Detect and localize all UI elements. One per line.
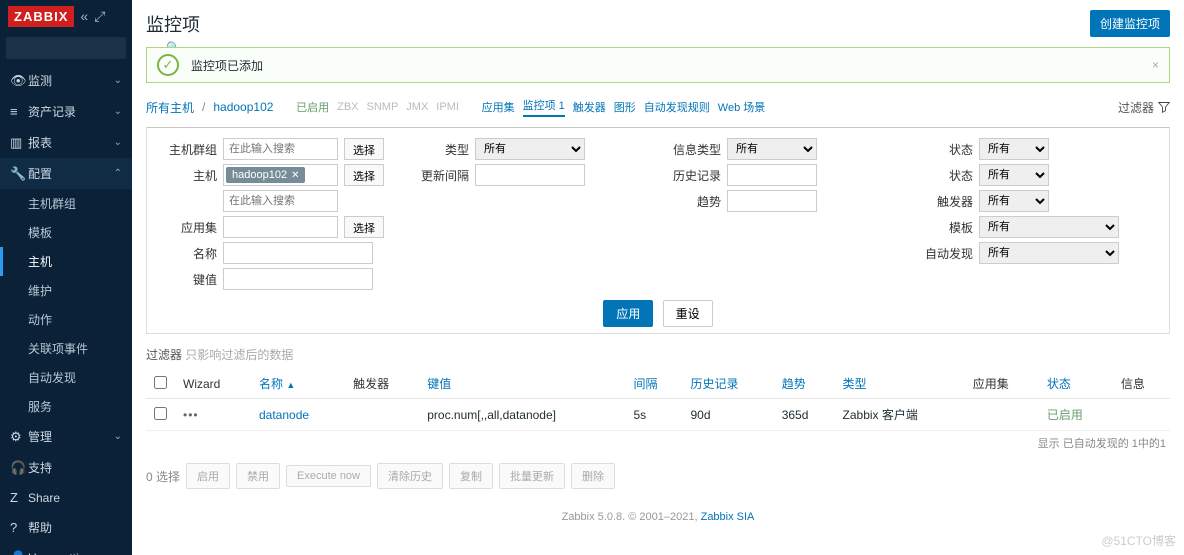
nav-sub-maintenance[interactable]: 维护 bbox=[0, 276, 132, 305]
filter-info[interactable]: 所有 bbox=[727, 138, 817, 160]
nav-user[interactable]: 👤User settings bbox=[0, 543, 132, 555]
status-link[interactable]: 已启用 bbox=[1047, 408, 1083, 422]
message-text: 监控项已添加 bbox=[191, 57, 263, 74]
filter-toggle[interactable]: 过滤器 bbox=[1118, 99, 1170, 116]
collapse-icon[interactable]: « bbox=[80, 8, 88, 25]
popout-icon[interactable]: ⤢ bbox=[94, 8, 105, 25]
reset-button[interactable]: 重设 bbox=[663, 300, 713, 327]
nav-help[interactable]: ?帮助 bbox=[0, 512, 132, 543]
nav-inventory[interactable]: ≡资产记录⌄ bbox=[0, 96, 132, 127]
crumb-host[interactable]: hadoop102 bbox=[213, 100, 273, 114]
filter-type[interactable]: 所有 bbox=[475, 138, 585, 160]
filter-history[interactable] bbox=[727, 164, 817, 186]
tab-triggers[interactable]: 触发器 bbox=[573, 99, 606, 115]
filter-name[interactable] bbox=[223, 242, 373, 264]
tab-graphs[interactable]: 图形 bbox=[614, 99, 636, 115]
filter-key[interactable] bbox=[223, 268, 373, 290]
bulk-actions: 0 选择 启用 禁用 Execute now 清除历史 复制 批量更新 删除 bbox=[132, 455, 1184, 497]
check-icon: ✓ bbox=[157, 54, 179, 76]
bulk-enable[interactable]: 启用 bbox=[186, 463, 230, 489]
tab-apps[interactable]: 应用集 bbox=[482, 99, 515, 115]
filter-state2[interactable]: 所有 bbox=[979, 164, 1049, 186]
tab-items[interactable]: 监控项 1 bbox=[523, 97, 565, 117]
filter-panel: 主机群组选择 主机hadoop102✕选择 应用集选择 名称 键值 类型所有 更… bbox=[146, 127, 1170, 334]
logo: ZABBIX bbox=[8, 6, 74, 27]
filter-state1[interactable]: 所有 bbox=[979, 138, 1049, 160]
wizard-menu[interactable]: ••• bbox=[183, 408, 199, 422]
nav-sub-services[interactable]: 服务 bbox=[0, 392, 132, 421]
filter-triggers[interactable]: 所有 bbox=[979, 190, 1049, 212]
breadcrumb-row: 所有主机 / hadoop102 已启用 ZBX SNMP JMX IPMI 应… bbox=[132, 93, 1184, 125]
sidebar-search[interactable]: 🔍 bbox=[6, 37, 126, 59]
bulk-mass[interactable]: 批量更新 bbox=[499, 463, 565, 489]
filter-template[interactable]: 所有 bbox=[979, 216, 1119, 238]
col-history[interactable]: 历史记录 bbox=[682, 369, 773, 399]
bulk-exec[interactable]: Execute now bbox=[286, 465, 371, 487]
nav-reports[interactable]: ▥报表⌄ bbox=[0, 127, 132, 158]
footer: Zabbix 5.0.8. © 2001–2021, Zabbix SIA bbox=[132, 497, 1184, 537]
select-host[interactable]: 选择 bbox=[344, 164, 384, 186]
filter-host-extra[interactable] bbox=[223, 190, 338, 212]
nav-sub-hosts[interactable]: 主机 bbox=[0, 247, 132, 276]
bulk-copy[interactable]: 复制 bbox=[449, 463, 493, 489]
select-hostgroup[interactable]: 选择 bbox=[344, 138, 384, 160]
host-enabled: 已启用 bbox=[296, 99, 329, 115]
tab-discovery[interactable]: 自动发现规则 bbox=[644, 99, 710, 115]
filter-update[interactable] bbox=[475, 164, 585, 186]
nav-monitor[interactable]: 👁监测⌄ bbox=[0, 65, 132, 96]
col-key[interactable]: 键值 bbox=[419, 369, 625, 399]
nav-sub-correlation[interactable]: 关联项事件 bbox=[0, 334, 132, 363]
host-tag[interactable]: hadoop102✕ bbox=[226, 167, 305, 183]
apply-button[interactable]: 应用 bbox=[603, 300, 653, 327]
item-name-link[interactable]: datanode bbox=[259, 408, 309, 422]
col-trend[interactable]: 趋势 bbox=[774, 369, 835, 399]
tab-web[interactable]: Web 场景 bbox=[718, 99, 765, 115]
filter-hostgroup[interactable] bbox=[223, 138, 338, 160]
nav-sub-hostgroups[interactable]: 主机群组 bbox=[0, 189, 132, 218]
row-checkbox[interactable] bbox=[154, 407, 167, 420]
col-type[interactable]: 类型 bbox=[835, 369, 965, 399]
nav-support[interactable]: 🎧支持 bbox=[0, 452, 132, 483]
filter-discovery[interactable]: 所有 bbox=[979, 242, 1119, 264]
bulk-disable[interactable]: 禁用 bbox=[236, 463, 280, 489]
col-name[interactable]: 名称 ▲ bbox=[251, 369, 345, 399]
watermark: @51CTO博客 bbox=[1101, 532, 1176, 549]
select-apps[interactable]: 选择 bbox=[344, 216, 384, 238]
table-summary: 显示 已自动发现的 1中的1 bbox=[132, 431, 1184, 455]
filter-trend[interactable] bbox=[727, 190, 817, 212]
filter-apps[interactable] bbox=[223, 216, 338, 238]
nav-sub-actions[interactable]: 动作 bbox=[0, 305, 132, 334]
items-table: Wizard 名称 ▲ 触发器 键值 间隔 历史记录 趋势 类型 应用集 状态 … bbox=[146, 369, 1170, 431]
col-status[interactable]: 状态 bbox=[1039, 369, 1113, 399]
nav-sub-templates[interactable]: 模板 bbox=[0, 218, 132, 247]
close-icon[interactable]: × bbox=[1152, 58, 1159, 72]
sidebar: ZABBIX « ⤢ 🔍 👁监测⌄ ≡资产记录⌄ ▥报表⌄ 🔧配置⌃ 主机群组 … bbox=[0, 0, 132, 555]
col-interval[interactable]: 间隔 bbox=[625, 369, 682, 399]
nav-share[interactable]: ZShare bbox=[0, 483, 132, 512]
bulk-clear[interactable]: 清除历史 bbox=[377, 463, 443, 489]
table-row: ••• datanode proc.num[,,all,datanode] 5s… bbox=[146, 399, 1170, 431]
nav-config[interactable]: 🔧配置⌃ bbox=[0, 158, 132, 189]
nav-sub-discovery[interactable]: 自动发现 bbox=[0, 363, 132, 392]
footer-link[interactable]: Zabbix SIA bbox=[701, 511, 755, 523]
create-item-button[interactable]: 创建监控项 bbox=[1090, 10, 1170, 37]
page-title: 监控项 bbox=[146, 11, 1090, 37]
bulk-delete[interactable]: 删除 bbox=[571, 463, 615, 489]
select-all[interactable] bbox=[154, 376, 167, 389]
success-message: ✓ 监控项已添加 × bbox=[146, 47, 1170, 83]
crumb-all-hosts[interactable]: 所有主机 bbox=[146, 99, 194, 116]
remove-tag-icon: ✕ bbox=[291, 170, 299, 181]
main-content: 监控项 创建监控项 ✓ 监控项已添加 × 所有主机 / hadoop102 已启… bbox=[132, 0, 1184, 555]
nav-admin[interactable]: ⚙管理⌄ bbox=[0, 421, 132, 452]
subheader: 过滤器 只影响过滤后的数据 bbox=[132, 340, 1184, 369]
funnel-icon bbox=[1158, 101, 1170, 113]
